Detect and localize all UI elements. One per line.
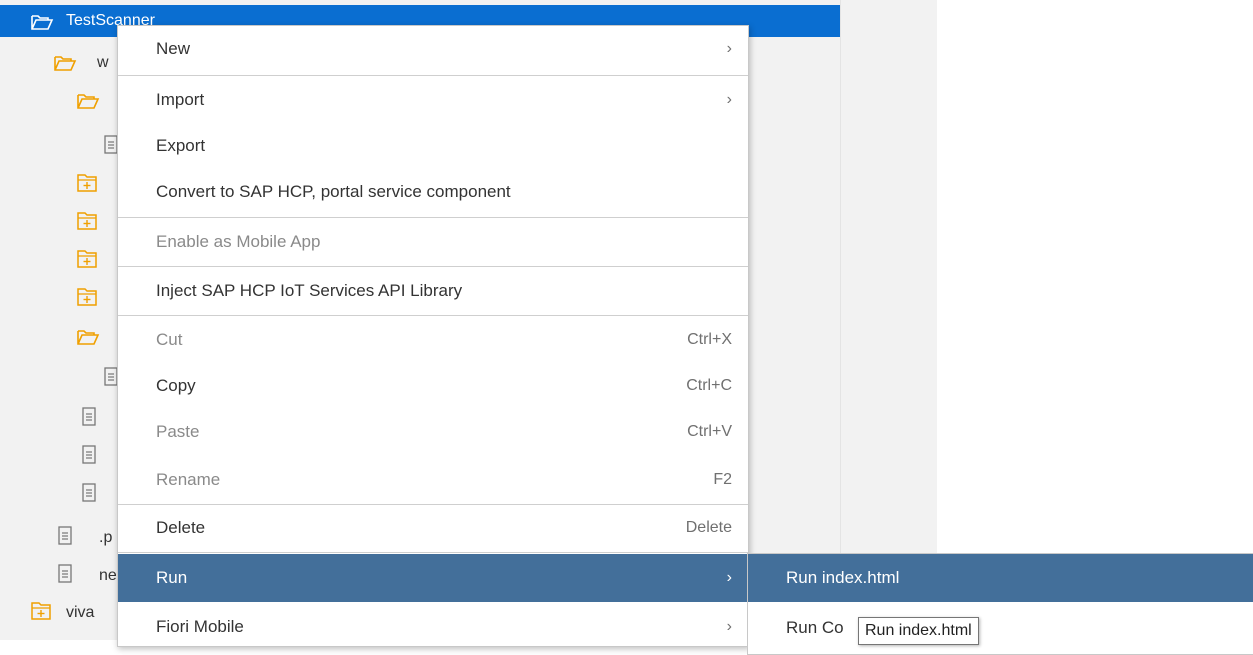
menu-item-label: Fiori Mobile	[156, 617, 244, 636]
menu-item-export[interactable]: Export	[118, 123, 748, 169]
menu-separator	[118, 75, 748, 76]
menu-item-new[interactable]: New ›	[118, 26, 748, 72]
menu-item-rename: Rename F2	[118, 457, 748, 503]
menu-item-delete[interactable]: Delete Delete	[118, 505, 748, 551]
file-icon	[58, 564, 72, 583]
menu-item-label: Copy	[156, 376, 196, 395]
menu-item-label: Delete	[156, 518, 206, 537]
menu-item-label: New	[156, 39, 191, 58]
menu-item-paste: Paste Ctrl+V	[118, 409, 748, 455]
menu-item-label: Import	[156, 90, 205, 109]
submenu-item-run-index[interactable]: Run index.html	[748, 554, 1253, 602]
menu-item-label: Export	[156, 136, 206, 155]
folder-plus-icon	[31, 602, 51, 620]
folder-open-icon	[54, 56, 77, 71]
menu-separator	[118, 266, 748, 267]
folder-plus-icon	[77, 212, 97, 230]
menu-item-import[interactable]: Import ›	[118, 77, 748, 123]
file-icon	[82, 483, 96, 502]
shortcut-label: Ctrl+X	[687, 331, 732, 348]
menu-item-label: Inject SAP HCP IoT Services API Library	[156, 281, 463, 300]
menu-item-label: Convert to SAP HCP, portal service compo…	[156, 182, 511, 201]
chevron-right-icon: ›	[726, 91, 732, 108]
menu-item-run[interactable]: Run ›	[118, 554, 748, 602]
menu-separator	[118, 552, 748, 553]
tree-row-label: w	[97, 54, 109, 71]
menu-item-convert[interactable]: Convert to SAP HCP, portal service compo…	[118, 169, 748, 215]
shortcut-label: Delete	[685, 519, 732, 536]
submenu-item-label: Run Co	[786, 618, 844, 637]
folder-open-icon	[31, 15, 54, 30]
file-icon	[82, 407, 96, 426]
chevron-right-icon: ›	[726, 40, 732, 57]
tree-row-label: viva	[66, 604, 95, 621]
tree-row-label: ne	[99, 567, 117, 584]
menu-item-label: Rename	[156, 470, 221, 489]
tree-row-label: .p	[99, 529, 113, 546]
menu-item-label: Run	[156, 568, 188, 587]
folder-plus-icon	[77, 174, 97, 192]
menu-separator	[118, 217, 748, 218]
context-menu: New › Import › Export Convert to SAP HCP…	[117, 25, 749, 647]
submenu-item-run-configurations[interactable]: Run Co	[748, 604, 1253, 652]
menu-item-fiori-mobile[interactable]: Fiori Mobile ›	[118, 604, 748, 650]
folder-open-icon	[77, 94, 100, 109]
menu-item-inject-iot[interactable]: Inject SAP HCP IoT Services API Library	[118, 268, 748, 314]
chevron-right-icon: ›	[726, 618, 732, 635]
submenu-item-label: Run index.html	[786, 568, 900, 587]
shortcut-label: Ctrl+C	[686, 377, 732, 394]
file-icon	[58, 526, 72, 545]
menu-item-label: Cut	[156, 330, 183, 349]
tooltip: Run index.html	[858, 617, 979, 645]
shortcut-label: Ctrl+V	[687, 423, 732, 440]
shortcut-label: F2	[713, 471, 732, 488]
side-panel	[840, 0, 937, 640]
menu-item-label: Enable as Mobile App	[156, 232, 321, 251]
chevron-right-icon: ›	[726, 569, 732, 586]
file-icon	[82, 445, 96, 464]
menu-item-label: Paste	[156, 422, 200, 441]
menu-separator	[118, 315, 748, 316]
menu-item-cut: Cut Ctrl+X	[118, 317, 748, 363]
menu-item-copy[interactable]: Copy Ctrl+C	[118, 363, 748, 409]
folder-plus-icon	[77, 288, 97, 306]
folder-open-icon	[77, 330, 100, 345]
menu-item-enable-mobile: Enable as Mobile App	[118, 219, 748, 265]
folder-plus-icon	[77, 250, 97, 268]
